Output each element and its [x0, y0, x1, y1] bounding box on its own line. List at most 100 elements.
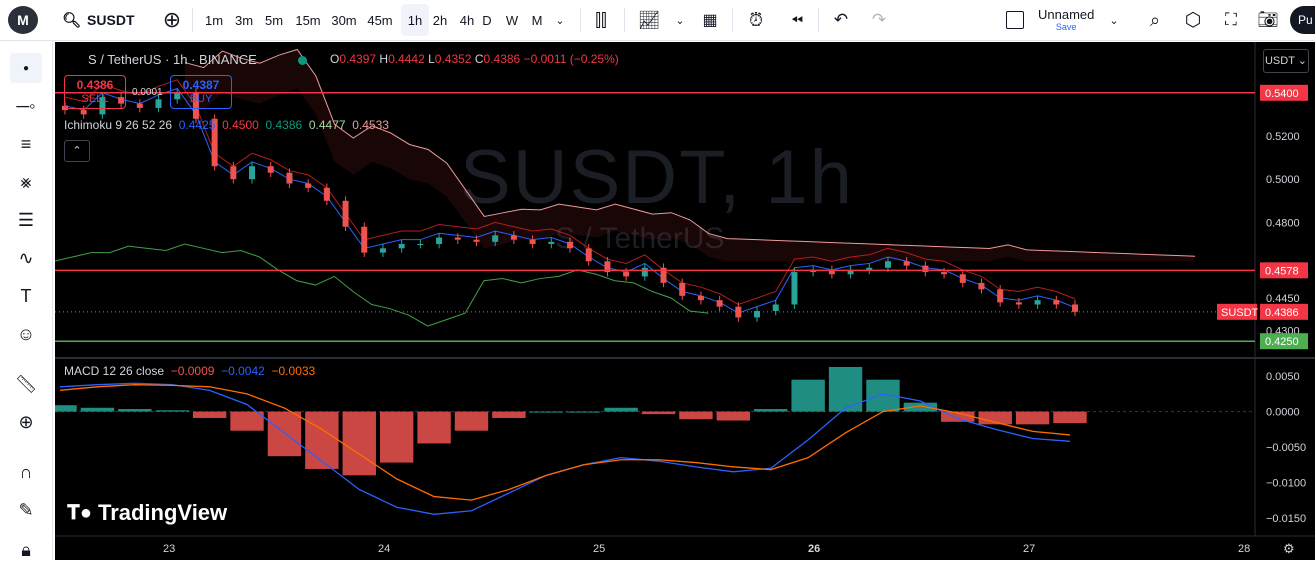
candle-body	[230, 166, 237, 180]
publish-button[interactable]: Pu	[1290, 6, 1315, 34]
macd-axis-label: 0.0000	[1266, 407, 1300, 419]
interval-m[interactable]: M	[527, 0, 547, 40]
emoji-icon[interactable]: ☺	[10, 319, 42, 349]
candle-body	[342, 200, 349, 227]
price-axis-label: 0.4450	[1266, 293, 1300, 305]
layout-checkbox-icon[interactable]	[1004, 0, 1026, 40]
candle-body	[903, 261, 910, 266]
macd-histogram-bar	[1053, 411, 1087, 424]
macd-histogram-bar	[791, 379, 825, 412]
buy-price: 0.4387	[182, 78, 220, 92]
pattern-icon[interactable]: ⨳	[10, 167, 42, 197]
price-tag-last: 0.4386	[1265, 307, 1299, 319]
templates-icon[interactable]: ▦	[696, 0, 724, 40]
macd-histogram-bar	[192, 411, 227, 418]
macd-histogram-bar	[679, 411, 713, 420]
macd-histogram-bar	[342, 411, 376, 476]
ichimoku-cloud	[185, 49, 1195, 262]
top-toolbar: M 🔍︎ SUSDT ⊕ 1m 3m 5m 15m 30m 45m 1h 2h …	[0, 0, 1315, 41]
candle-body	[1072, 304, 1078, 312]
candle-body	[492, 235, 499, 242]
text-icon[interactable]: T	[10, 281, 42, 311]
camera-icon[interactable]: 📷︎	[1254, 0, 1282, 40]
interval-45m[interactable]: 45m	[366, 0, 394, 40]
macd-histogram-bar	[529, 411, 563, 413]
macd-histogram-bar	[155, 410, 189, 412]
candles-icon[interactable]: ⫿⫿	[588, 0, 614, 40]
candle-body	[379, 248, 386, 253]
cursor-dot-icon[interactable]: ●	[10, 53, 42, 83]
symbol-search-button[interactable]: 🔍︎ SUSDT	[62, 0, 135, 40]
search-icon: 🔍︎	[62, 12, 82, 29]
macd-histogram-bar	[417, 411, 451, 444]
quick-search-icon[interactable]: ⌕	[1142, 0, 1168, 40]
user-avatar[interactable]: M	[8, 6, 38, 34]
chevron-down-icon[interactable]: ⌄	[1106, 0, 1122, 40]
tradingview-logo: 𝐓● TradingView	[67, 500, 228, 525]
interval-3m[interactable]: 3m	[230, 0, 258, 40]
chevron-down-icon[interactable]: ⌄	[552, 0, 568, 40]
candle-body	[997, 289, 1004, 303]
candle-body	[417, 244, 424, 245]
lock-icon[interactable]: 🔒︎	[10, 535, 42, 565]
candle-body	[548, 241, 555, 244]
candle-body	[361, 226, 368, 253]
zoom-in-icon[interactable]: ⊕	[10, 407, 42, 437]
macd-histogram-bar	[1015, 411, 1050, 425]
macd-histogram-bar	[604, 407, 638, 412]
sell-label: SELL	[81, 93, 109, 105]
macd-signal-line	[59, 384, 1071, 501]
time-axis-label: 28	[1238, 543, 1250, 555]
interval-d[interactable]: D	[477, 0, 497, 40]
candle-body	[978, 282, 985, 290]
collapse-legend-button[interactable]: ⌃	[64, 140, 90, 162]
candle-body	[1015, 302, 1022, 305]
price-tag-mid: 0.4578	[1265, 265, 1299, 277]
candle-body	[1034, 300, 1041, 305]
time-axis-label: 26	[808, 543, 820, 555]
sell-button[interactable]: 0.4386 SELL	[64, 75, 126, 109]
interval-15m[interactable]: 15m	[294, 0, 322, 40]
interval-1m[interactable]: 1m	[200, 0, 228, 40]
interval-1h[interactable]: 1h	[401, 4, 429, 36]
macd-axis-label: −0.0150	[1266, 513, 1306, 525]
ruler-icon[interactable]: 📏︎	[10, 369, 42, 399]
macd-axis-label: −0.0050	[1266, 442, 1306, 454]
chevron-down-icon[interactable]: ⌄	[672, 0, 688, 40]
currency-select[interactable]: USDT ⌄	[1263, 49, 1309, 73]
publish-label: Pu	[1298, 13, 1313, 27]
chart-area[interactable]: SUSDT, 1h S / TetherUS 0.5200 0.5000 0.480…	[55, 42, 1315, 560]
interval-2h[interactable]: 2h	[426, 0, 454, 40]
layout-name-button[interactable]: Unnamed Save	[1038, 0, 1094, 40]
candle-body	[567, 241, 573, 249]
candle-body	[585, 248, 592, 262]
macd-histogram-bar	[55, 405, 77, 412]
magnet-icon[interactable]: ∩	[10, 457, 42, 487]
compare-symbol-button[interactable]: ⊕	[158, 0, 186, 40]
candle-body	[716, 300, 723, 307]
symbol-legend-title: S / TetherUS · 1h · BINANCE	[88, 52, 257, 67]
interval-w[interactable]: W	[502, 0, 522, 40]
redo-icon: ↷	[871, 10, 887, 29]
brush-icon[interactable]: ∿	[10, 243, 42, 273]
candle-body	[473, 239, 480, 242]
buy-button[interactable]: 0.4387 BUY	[170, 75, 232, 109]
interval-5m[interactable]: 5m	[260, 0, 288, 40]
indicators-icon[interactable]: 📈︎	[634, 0, 664, 40]
lock-drawing-icon[interactable]: ✎	[10, 495, 42, 525]
time-axis-label: 25	[593, 543, 605, 555]
replay-icon[interactable]: ⏪︎	[784, 0, 810, 40]
candle-body	[305, 183, 312, 188]
fib-icon[interactable]: ☰	[10, 205, 42, 235]
alert-icon[interactable]: ⏰︎	[742, 0, 770, 40]
fullscreen-icon[interactable]: ⛶	[1218, 0, 1244, 40]
settings-icon[interactable]: ⬡	[1180, 0, 1206, 40]
macd-histogram-bar	[828, 366, 863, 412]
interval-30m[interactable]: 30m	[330, 0, 358, 40]
macd-histogram-bar	[118, 409, 152, 412]
horizontal-lines-icon[interactable]: ≡	[10, 129, 42, 159]
undo-icon[interactable]: ↶	[828, 0, 854, 40]
drawing-toolbar: ● ─◦ ≡ ⨳ ☰ ∿ T ☺ 📏︎ ⊕ ∩ ✎ 🔒︎	[0, 41, 53, 560]
trend-line-icon[interactable]: ─◦	[10, 91, 42, 121]
candle-body	[80, 110, 87, 115]
